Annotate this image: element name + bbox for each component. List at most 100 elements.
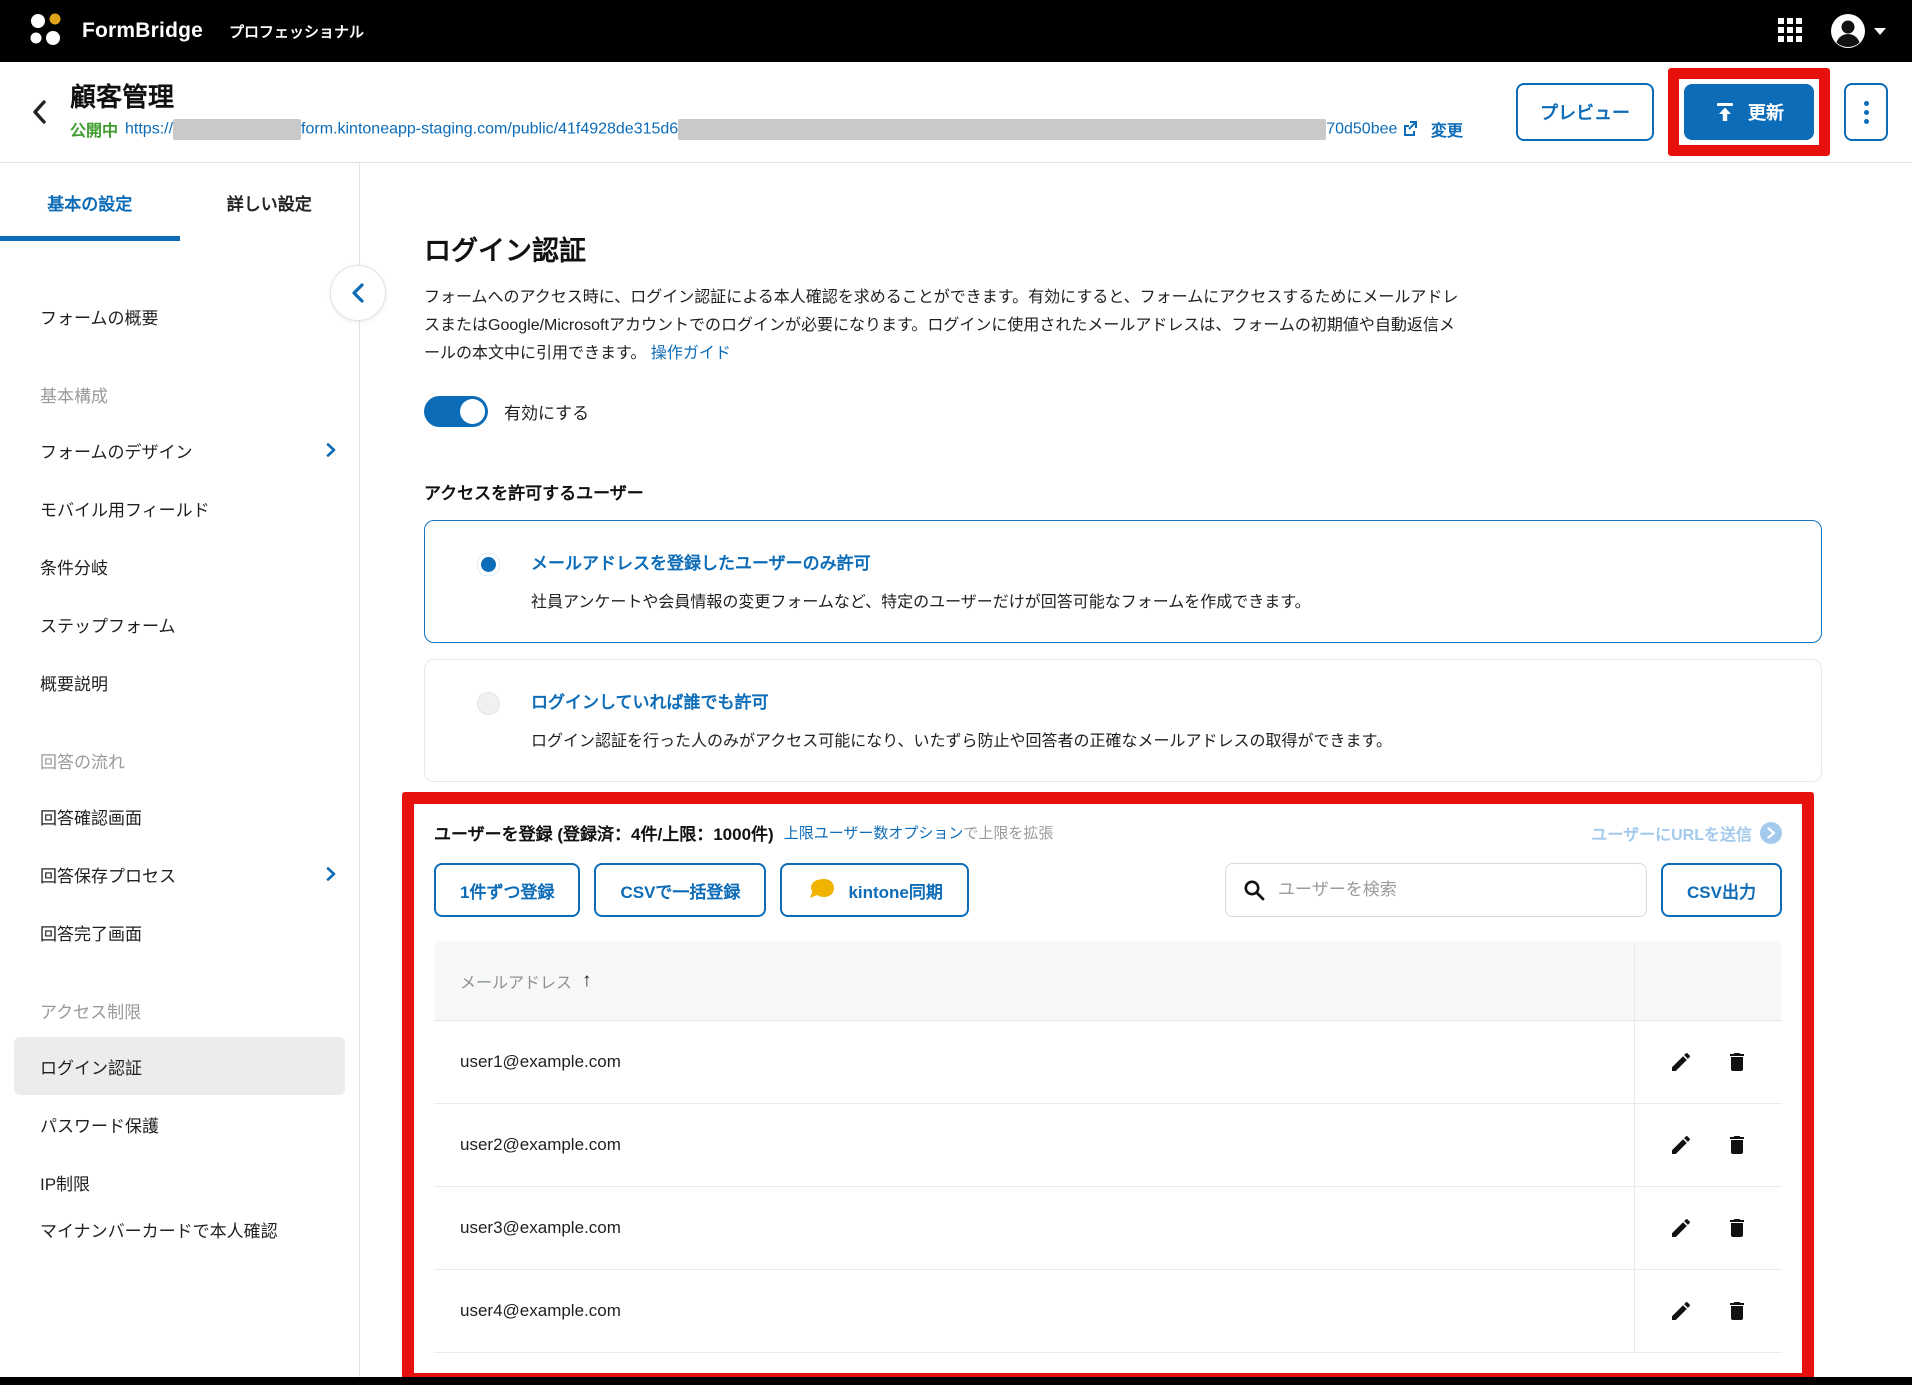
register-single-button[interactable]: 1件ずつ登録	[434, 863, 580, 917]
sidebar-item-ip-restriction[interactable]: IP制限	[0, 1153, 359, 1211]
sort-asc-icon[interactable]: ↑	[582, 970, 592, 992]
upload-icon	[1714, 101, 1736, 123]
sidebar-item-form-overview[interactable]: フォームの概要	[0, 287, 359, 345]
search-icon	[1242, 878, 1266, 902]
publish-status-row: 公開中 https://form.kintoneapp-staging.com/…	[70, 117, 1463, 141]
bottom-bar	[0, 1377, 1912, 1385]
sidebar-item-login-auth[interactable]: ログイン認証	[14, 1037, 345, 1095]
register-limit-note: 上限ユーザー数オプションで上限を拡張	[784, 822, 1054, 843]
back-button[interactable]	[22, 95, 56, 129]
main-content: ログイン認証 フォームへのアクセス時に、ログイン認証による本人確認を求めることが…	[360, 163, 1912, 1385]
back-chevron-icon	[30, 99, 48, 125]
trash-icon	[1725, 1216, 1749, 1240]
sidebar-item-summary[interactable]: 概要説明	[0, 653, 359, 711]
access-section-title: アクセスを許可するユーザー	[424, 479, 1912, 504]
sidebar-item-mobile-fields[interactable]: モバイル用フィールド	[0, 479, 359, 537]
preview-button[interactable]: プレビュー	[1516, 83, 1654, 141]
page-title: 顧客管理	[70, 83, 1463, 113]
trash-icon	[1725, 1133, 1749, 1157]
sidebar-section-response-flow: 回答の流れ	[0, 737, 359, 787]
option-description: ログイン認証を行った人のみがアクセス可能になり、いたずら防止や回答者の正確なメー…	[531, 727, 1793, 751]
user-email: user3@example.com	[434, 1187, 1634, 1269]
sidebar-collapse-button[interactable]	[330, 265, 386, 321]
user-search-input[interactable]	[1278, 880, 1630, 900]
option-title[interactable]: ログインしていれば誰でも許可	[531, 688, 1793, 713]
edit-button[interactable]	[1668, 1049, 1694, 1075]
tab-advanced-settings[interactable]: 詳しい設定	[180, 163, 360, 241]
option-card-anyone-logged-in[interactable]: ログインしていれば誰でも許可 ログイン認証を行った人のみがアクセス可能になり、い…	[424, 659, 1822, 782]
option-card-registered-users[interactable]: メールアドレスを登録したユーザーのみ許可 社員アンケートや会員情報の変更フォーム…	[424, 520, 1822, 643]
avatar-icon	[1830, 13, 1866, 49]
delete-button[interactable]	[1724, 1132, 1750, 1158]
register-csv-bulk-button[interactable]: CSVで一括登録	[594, 863, 766, 917]
sidebar-tabs: 基本の設定 詳しい設定	[0, 163, 359, 241]
send-url-link[interactable]: ユーザーにURLを送信	[1591, 821, 1782, 845]
tab-basic-settings[interactable]: 基本の設定	[0, 163, 180, 241]
public-url[interactable]: https://form.kintoneapp-staging.com/publ…	[125, 119, 1418, 140]
delete-button[interactable]	[1724, 1049, 1750, 1075]
chevron-right-icon	[325, 442, 337, 458]
sidebar-section-access-restriction: アクセス制限	[0, 987, 359, 1037]
collapse-chevron-icon	[351, 283, 365, 303]
trash-icon	[1725, 1050, 1749, 1074]
sidebar-item-complete-screen[interactable]: 回答完了画面	[0, 903, 359, 961]
more-actions-button[interactable]	[1844, 83, 1888, 141]
plan-label: プロフェッショナル	[229, 21, 364, 42]
sidebar-item-save-process[interactable]: 回答保存プロセス	[0, 845, 359, 903]
registered-users-table: メールアドレス ↑ user1@example.com	[434, 941, 1782, 1353]
change-url-link[interactable]: 変更	[1431, 117, 1463, 141]
kintone-icon	[806, 877, 836, 903]
edit-button[interactable]	[1668, 1132, 1694, 1158]
radio-unselected-icon[interactable]	[477, 692, 500, 715]
sidebar-section-basic-structure: 基本構成	[0, 371, 359, 421]
toggle-knob	[460, 399, 485, 424]
app-launcher-icon[interactable]	[1778, 18, 1804, 44]
page-header: 顧客管理 公開中 https://form.kintoneapp-staging…	[0, 62, 1912, 163]
edit-button[interactable]	[1668, 1298, 1694, 1324]
guide-link[interactable]: 操作ガイド	[651, 345, 731, 362]
user-search-box[interactable]	[1225, 863, 1647, 917]
settings-sidebar: 基本の設定 詳しい設定 フォームの概要 基本構成 フォームのデザイン モバイル用…	[0, 163, 360, 1385]
sidebar-item-conditional-branch[interactable]: 条件分岐	[0, 537, 359, 595]
actions-column-header	[1634, 941, 1782, 1020]
edit-button[interactable]	[1668, 1215, 1694, 1241]
register-highlight-box: ユーザーを登録 (登録済：4件/上限：1000件) 上限ユーザー数オプションで上…	[402, 792, 1814, 1385]
sidebar-item-form-design[interactable]: フォームのデザイン	[0, 421, 359, 479]
table-row: user4@example.com	[434, 1270, 1782, 1353]
edit-icon	[1669, 1133, 1693, 1157]
brand-name: FormBridge	[82, 19, 203, 43]
edit-icon	[1669, 1216, 1693, 1240]
radio-selected-icon[interactable]	[477, 553, 500, 576]
user-email: user1@example.com	[434, 1021, 1634, 1103]
enable-toggle-label: 有効にする	[504, 399, 589, 424]
delete-button[interactable]	[1724, 1298, 1750, 1324]
enable-toggle[interactable]	[424, 396, 488, 427]
csv-export-button[interactable]: CSV出力	[1661, 863, 1782, 917]
sidebar-item-mynumber-card[interactable]: マイナンバーカードで本人確認	[0, 1211, 359, 1253]
email-column-header: メールアドレス	[460, 969, 572, 993]
sidebar-item-step-form[interactable]: ステップフォーム	[0, 595, 359, 653]
trash-icon	[1725, 1299, 1749, 1323]
account-menu[interactable]	[1830, 13, 1886, 49]
edit-icon	[1669, 1050, 1693, 1074]
limit-option-link[interactable]: 上限ユーザー数オプション	[784, 825, 964, 842]
table-row: user1@example.com	[434, 1021, 1782, 1104]
caret-down-icon	[1874, 28, 1886, 35]
kintone-sync-button[interactable]: kintone同期	[780, 863, 968, 917]
section-heading: ログイン認証	[424, 229, 1912, 268]
redacted-path	[678, 119, 1326, 140]
table-row: user2@example.com	[434, 1104, 1782, 1187]
sidebar-item-confirm-screen[interactable]: 回答確認画面	[0, 787, 359, 845]
sidebar-item-password-protection[interactable]: パスワード保護	[0, 1095, 359, 1153]
user-email: user2@example.com	[434, 1104, 1634, 1186]
option-description: 社員アンケートや会員情報の変更フォームなど、特定のユーザーだけが回答可能なフォー…	[531, 588, 1793, 612]
update-button[interactable]: 更新	[1684, 84, 1814, 140]
kebab-icon	[1864, 101, 1869, 124]
formbridge-logo-icon	[26, 10, 68, 52]
table-row: user3@example.com	[434, 1187, 1782, 1270]
formbridge-app: FormBridge プロフェッショナル 顧客管理	[0, 0, 1912, 1385]
register-title: ユーザーを登録 (登録済：4件/上限：1000件)	[434, 820, 774, 845]
chevron-right-icon	[325, 866, 337, 882]
delete-button[interactable]	[1724, 1215, 1750, 1241]
option-title[interactable]: メールアドレスを登録したユーザーのみ許可	[531, 549, 1793, 574]
